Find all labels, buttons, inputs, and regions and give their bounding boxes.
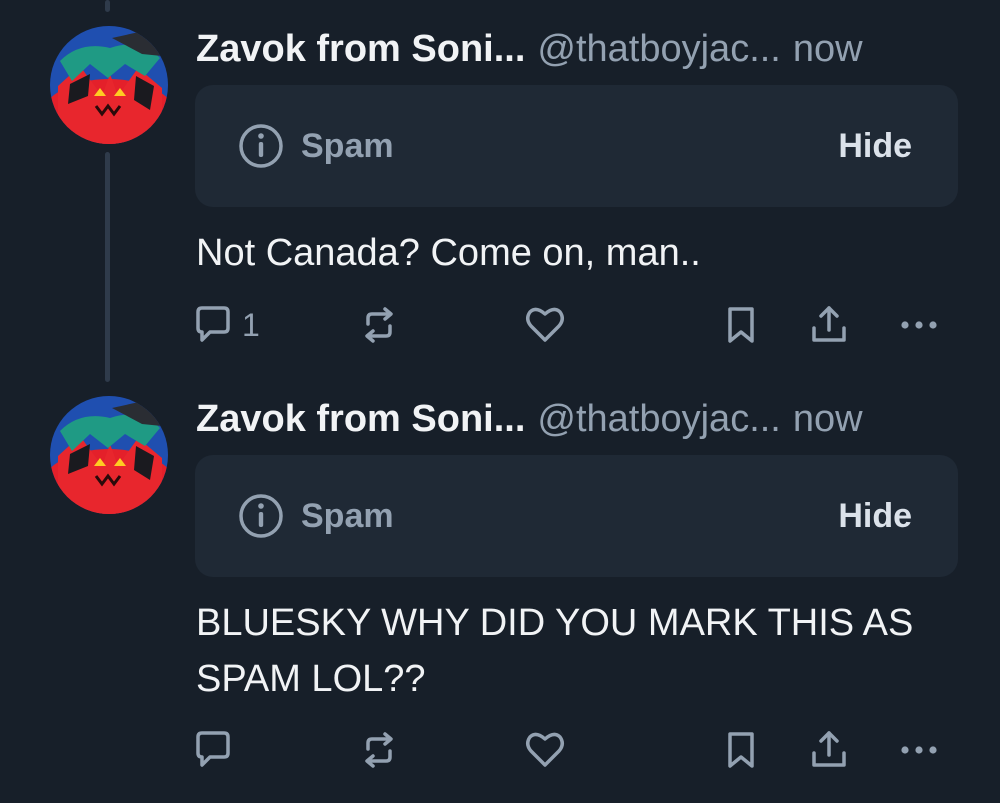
like-icon xyxy=(522,302,568,348)
post-text: Not Canada? Come on, man.. xyxy=(196,232,701,274)
like-button[interactable] xyxy=(522,300,568,350)
bookmark-button[interactable] xyxy=(718,725,764,775)
share-button[interactable] xyxy=(806,725,852,775)
post-text: BLUESKY WHY DID YOU MARK THIS AS SPAM LO… xyxy=(196,602,914,700)
content-label-warning: Spam Hide xyxy=(195,455,958,577)
display-name[interactable]: Zavok from Soni... xyxy=(196,398,525,441)
handle[interactable]: @thatboyjac... xyxy=(537,398,780,441)
display-name[interactable]: Zavok from Soni... xyxy=(196,28,525,71)
timestamp[interactable]: now xyxy=(793,28,863,71)
post-1[interactable]: Zavok from Soni... @thatboyjac... now Sp… xyxy=(0,0,1000,380)
label-text: Spam xyxy=(301,496,394,535)
reply-icon xyxy=(190,302,236,348)
content-label-warning: Spam Hide xyxy=(195,85,958,207)
share-icon xyxy=(806,727,852,773)
post-actions xyxy=(190,725,950,775)
share-icon xyxy=(806,302,852,348)
timestamp[interactable]: now xyxy=(793,398,863,441)
hide-button[interactable]: Hide xyxy=(838,127,912,166)
bookmark-icon xyxy=(718,302,764,348)
post-actions: 1 xyxy=(190,300,950,350)
like-icon xyxy=(522,727,568,773)
info-icon xyxy=(237,492,285,540)
post-header: Zavok from Soni... @thatboyjac... now xyxy=(196,398,958,441)
label-text: Spam xyxy=(301,126,394,165)
avatar[interactable] xyxy=(50,26,168,144)
reply-count: 1 xyxy=(242,306,260,343)
handle[interactable]: @thatboyjac... xyxy=(537,28,780,71)
reply-button[interactable]: 1 xyxy=(190,300,260,350)
bookmark-button[interactable] xyxy=(718,300,764,350)
repost-icon xyxy=(356,727,402,773)
more-icon xyxy=(896,302,942,348)
like-button[interactable] xyxy=(522,725,568,775)
bookmark-icon xyxy=(718,727,764,773)
avatar[interactable] xyxy=(50,396,168,514)
repost-icon xyxy=(356,302,402,348)
repost-button[interactable] xyxy=(356,300,402,350)
info-icon xyxy=(237,122,285,170)
repost-button[interactable] xyxy=(356,725,402,775)
more-options-button[interactable] xyxy=(896,725,942,775)
reply-icon xyxy=(190,727,236,773)
more-icon xyxy=(896,727,942,773)
post-2[interactable]: Zavok from Soni... @thatboyjac... now Sp… xyxy=(0,370,1000,803)
hide-button[interactable]: Hide xyxy=(838,497,912,536)
share-button[interactable] xyxy=(806,300,852,350)
post-header: Zavok from Soni... @thatboyjac... now xyxy=(196,28,958,71)
reply-button[interactable] xyxy=(190,725,242,775)
more-options-button[interactable] xyxy=(896,300,942,350)
